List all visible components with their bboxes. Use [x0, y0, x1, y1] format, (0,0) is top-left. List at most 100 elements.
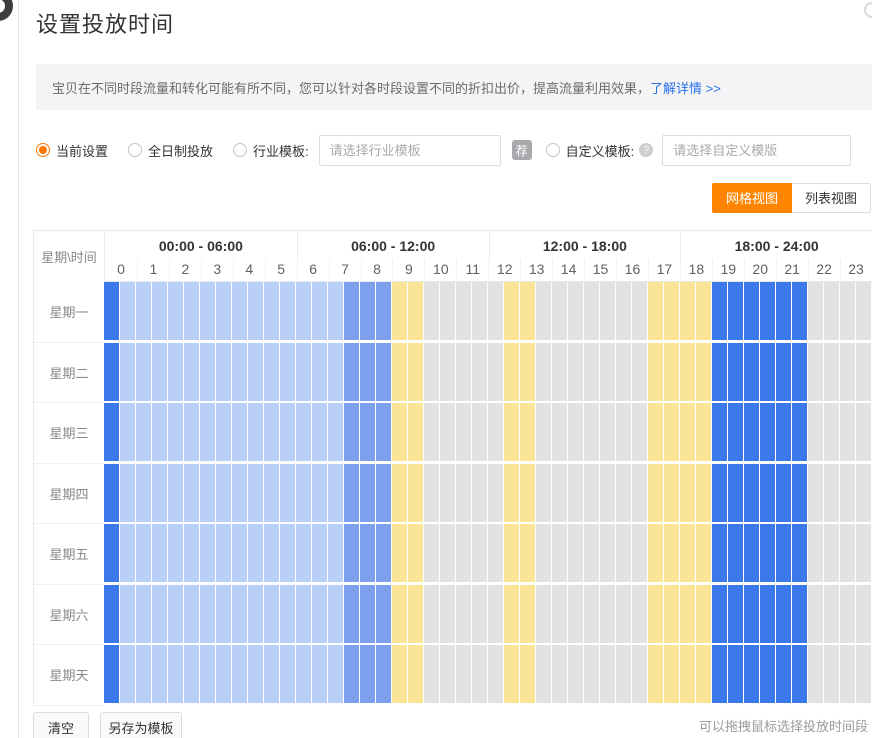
schedule-cell[interactable]: [376, 282, 391, 340]
schedule-cell[interactable]: [824, 343, 839, 401]
schedule-cell[interactable]: [616, 464, 631, 522]
schedule-cell[interactable]: [664, 585, 679, 643]
schedule-cell[interactable]: [456, 403, 471, 461]
schedule-cell[interactable]: [712, 343, 727, 401]
schedule-cell[interactable]: [776, 585, 791, 643]
schedule-cell[interactable]: [616, 282, 631, 340]
schedule-cell[interactable]: [360, 645, 375, 703]
schedule-cell[interactable]: [136, 282, 151, 340]
schedule-cell[interactable]: [552, 343, 567, 401]
schedule-cell[interactable]: [360, 343, 375, 401]
schedule-cell[interactable]: [120, 343, 135, 401]
schedule-cell[interactable]: [456, 282, 471, 340]
schedule-cell[interactable]: [728, 645, 743, 703]
schedule-cell[interactable]: [136, 403, 151, 461]
schedule-cell[interactable]: [712, 585, 727, 643]
schedule-cell[interactable]: [248, 403, 263, 461]
schedule-cell[interactable]: [360, 282, 375, 340]
schedule-cell[interactable]: [760, 343, 775, 401]
schedule-cell[interactable]: [376, 645, 391, 703]
schedule-cell[interactable]: [552, 585, 567, 643]
schedule-cell[interactable]: [856, 464, 871, 522]
schedule-cell[interactable]: [808, 282, 823, 340]
schedule-cell[interactable]: [408, 645, 423, 703]
schedule-cell[interactable]: [584, 464, 599, 522]
schedule-cell[interactable]: [200, 403, 215, 461]
schedule-cell[interactable]: [408, 585, 423, 643]
schedule-cell[interactable]: [856, 343, 871, 401]
schedule-cell[interactable]: [696, 343, 711, 401]
schedule-cell[interactable]: [280, 343, 295, 401]
schedule-cell[interactable]: [136, 585, 151, 643]
schedule-cell[interactable]: [680, 585, 695, 643]
schedule-cell[interactable]: [760, 645, 775, 703]
schedule-cell[interactable]: [392, 524, 407, 582]
radio-current-setting[interactable]: 当前设置: [36, 141, 108, 160]
schedule-cell[interactable]: [168, 524, 183, 582]
schedule-cell[interactable]: [312, 282, 327, 340]
schedule-cell[interactable]: [440, 403, 455, 461]
schedule-cell[interactable]: [328, 282, 343, 340]
schedule-cell[interactable]: [504, 645, 519, 703]
schedule-cell[interactable]: [136, 524, 151, 582]
schedule-cell[interactable]: [552, 645, 567, 703]
schedule-cell[interactable]: [152, 343, 167, 401]
schedule-cell[interactable]: [424, 524, 439, 582]
schedule-cell[interactable]: [776, 403, 791, 461]
schedule-cell[interactable]: [536, 464, 551, 522]
schedule-cell[interactable]: [728, 464, 743, 522]
schedule-cell[interactable]: [680, 464, 695, 522]
schedule-cell[interactable]: [776, 282, 791, 340]
schedule-cell[interactable]: [680, 524, 695, 582]
schedule-cell[interactable]: [680, 403, 695, 461]
schedule-cell[interactable]: [376, 403, 391, 461]
schedule-cell[interactable]: [424, 343, 439, 401]
schedule-cell[interactable]: [152, 645, 167, 703]
schedule-cell[interactable]: [488, 524, 503, 582]
schedule-cell[interactable]: [488, 464, 503, 522]
schedule-cell[interactable]: [360, 403, 375, 461]
schedule-cell[interactable]: [248, 524, 263, 582]
schedule-cell[interactable]: [152, 464, 167, 522]
schedule-cell[interactable]: [392, 282, 407, 340]
schedule-cell[interactable]: [728, 343, 743, 401]
schedule-cell[interactable]: [744, 524, 759, 582]
schedule-cell[interactable]: [120, 524, 135, 582]
schedule-cell[interactable]: [216, 645, 231, 703]
schedule-cell[interactable]: [296, 282, 311, 340]
schedule-cell[interactable]: [568, 282, 583, 340]
schedule-cell[interactable]: [536, 585, 551, 643]
schedule-cell[interactable]: [264, 403, 279, 461]
clear-button[interactable]: 清空: [33, 712, 89, 738]
schedule-cell[interactable]: [264, 464, 279, 522]
schedule-cell[interactable]: [664, 645, 679, 703]
schedule-cell[interactable]: [808, 343, 823, 401]
schedule-cell[interactable]: [168, 343, 183, 401]
schedule-cell[interactable]: [776, 464, 791, 522]
schedule-cell[interactable]: [856, 645, 871, 703]
schedule-cell[interactable]: [232, 403, 247, 461]
schedule-cell[interactable]: [760, 282, 775, 340]
schedule-cell[interactable]: [536, 403, 551, 461]
schedule-cell[interactable]: [312, 464, 327, 522]
schedule-cell[interactable]: [728, 403, 743, 461]
schedule-cell[interactable]: [360, 524, 375, 582]
schedule-cell[interactable]: [232, 645, 247, 703]
schedule-cell[interactable]: [504, 403, 519, 461]
schedule-cell[interactable]: [328, 403, 343, 461]
schedule-cell[interactable]: [408, 464, 423, 522]
schedule-cell[interactable]: [312, 403, 327, 461]
schedule-cell[interactable]: [600, 645, 615, 703]
schedule-cell[interactable]: [616, 403, 631, 461]
schedule-cell[interactable]: [584, 524, 599, 582]
schedule-cell[interactable]: [648, 343, 663, 401]
schedule-cell[interactable]: [296, 403, 311, 461]
industry-template-input[interactable]: [319, 135, 501, 166]
schedule-cell[interactable]: [296, 524, 311, 582]
schedule-cell[interactable]: [104, 343, 119, 401]
schedule-cell[interactable]: [216, 403, 231, 461]
schedule-cell[interactable]: [600, 464, 615, 522]
schedule-cell[interactable]: [792, 343, 807, 401]
schedule-cell[interactable]: [424, 645, 439, 703]
schedule-cell[interactable]: [472, 343, 487, 401]
